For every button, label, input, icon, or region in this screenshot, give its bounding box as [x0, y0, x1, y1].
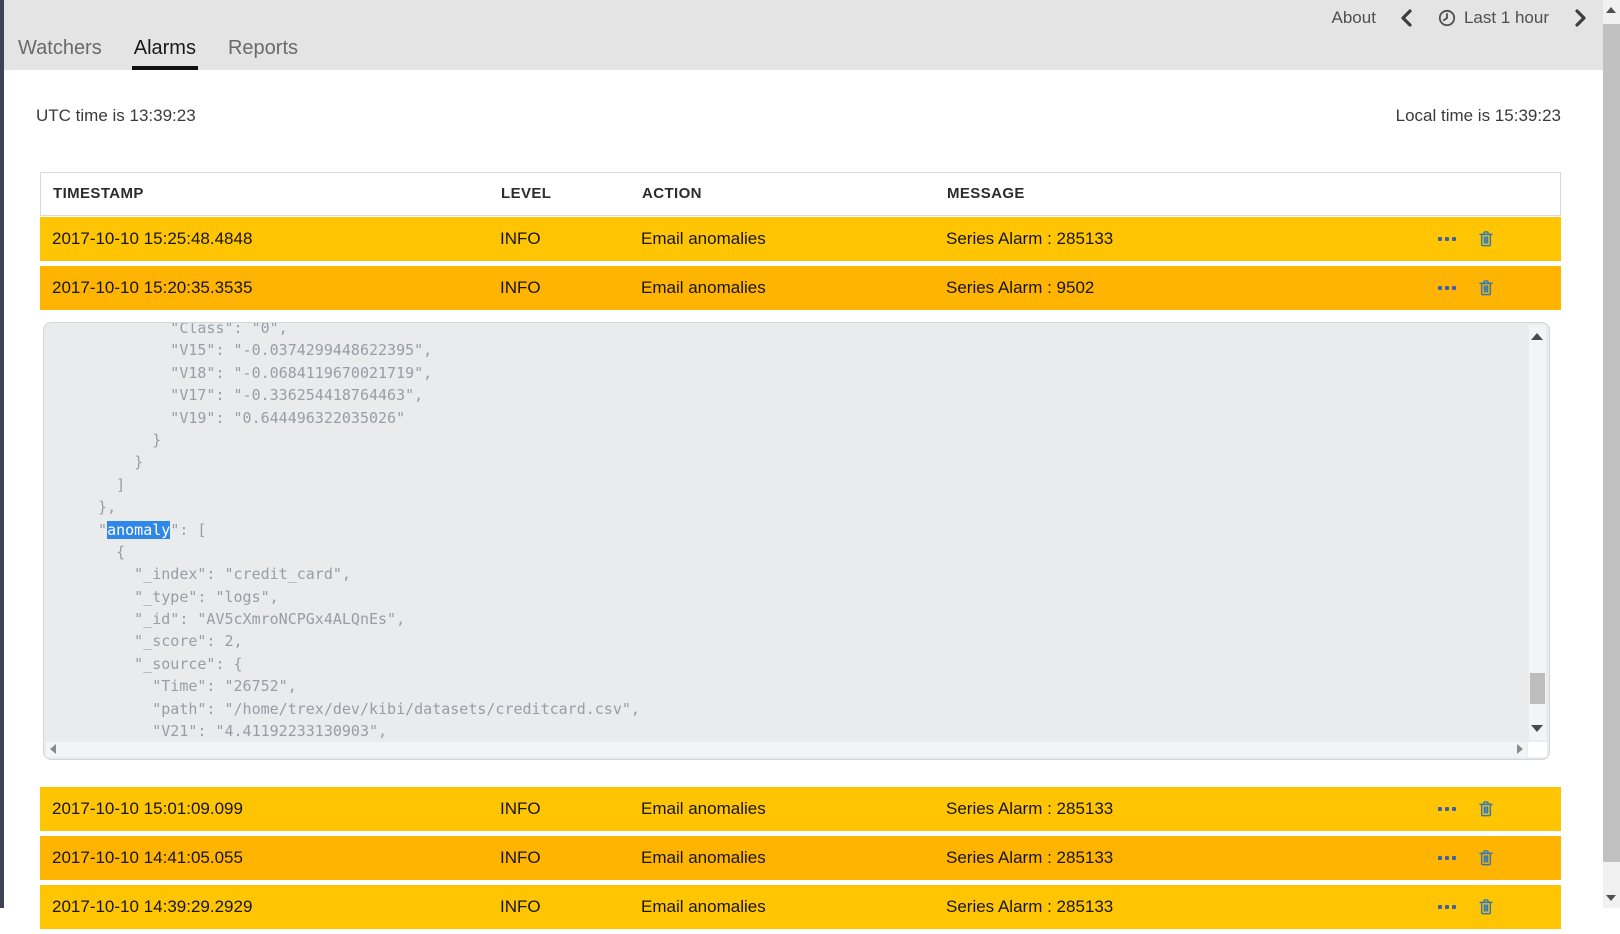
- alarm-level: INFO: [500, 787, 541, 831]
- header-cell-action: ACTION: [642, 173, 702, 215]
- clock-icon: [1438, 9, 1456, 27]
- row-actions: [1438, 266, 1548, 310]
- header-cell-level: LEVEL: [501, 173, 551, 215]
- alarm-row[interactable]: 2017-10-10 15:25:48.4848 INFO Email anomal…: [40, 217, 1561, 261]
- alarms-table-header: TIMESTAMP LEVEL ACTION MESSAGE: [40, 172, 1561, 216]
- tab-alarms[interactable]: Alarms: [132, 37, 198, 70]
- json-code-block: "Class": "0", "V15": "-0.037429944862239…: [43, 322, 1550, 760]
- alarm-level: INFO: [500, 885, 541, 929]
- alarm-timestamp: 2017-10-10 15:01:09.099: [52, 787, 243, 831]
- alarm-row[interactable]: 2017-10-10 14:41:05.055 INFO Email anomali…: [40, 836, 1561, 880]
- alarm-action: Email anomalies: [641, 836, 766, 880]
- code-vertical-scrollbar[interactable]: [1529, 325, 1546, 740]
- about-link[interactable]: About: [1332, 8, 1376, 28]
- top-navigation-bar: Watchers Alarms Reports About Last 1 hou…: [0, 0, 1603, 70]
- header-cell-message: MESSAGE: [947, 173, 1025, 215]
- scroll-down-arrow-icon[interactable]: [1531, 725, 1543, 732]
- trash-icon[interactable]: [1478, 279, 1494, 297]
- nav-tabs: Watchers Alarms Reports: [16, 37, 300, 70]
- scroll-up-arrow-icon[interactable]: [1531, 333, 1543, 340]
- alarm-rows-top: 2017-10-10 15:25:48.4848 INFO Email anomal…: [40, 217, 1561, 315]
- scrollbar-corner: [1528, 742, 1547, 757]
- alarm-message: Series Alarm : 285133: [946, 836, 1113, 880]
- alarm-message: Series Alarm : 9502: [946, 266, 1094, 310]
- tab-watchers[interactable]: Watchers: [16, 37, 104, 70]
- time-range-label: Last 1 hour: [1464, 8, 1549, 28]
- alarm-timestamp: 2017-10-10 15:25:48.4848: [52, 217, 252, 261]
- alarm-row[interactable]: 2017-10-10 15:20:35.3535 INFO Email anomal…: [40, 266, 1561, 310]
- trash-icon[interactable]: [1478, 898, 1494, 916]
- alarm-action: Email anomalies: [641, 885, 766, 929]
- alarm-detail-panel: "Class": "0", "V15": "-0.037429944862239…: [40, 313, 1561, 769]
- utc-time-label: UTC time is 13:39:23: [36, 106, 196, 126]
- header-cell-timestamp: TIMESTAMP: [53, 173, 144, 215]
- alarm-level: INFO: [500, 266, 541, 310]
- chevron-right-icon: [1573, 9, 1587, 27]
- scroll-right-arrow-icon[interactable]: [1517, 744, 1523, 754]
- trash-icon[interactable]: [1478, 849, 1494, 867]
- time-range-button[interactable]: Last 1 hour: [1438, 8, 1549, 28]
- alarm-message: Series Alarm : 285133: [946, 787, 1113, 831]
- prev-time-range-button[interactable]: [1400, 9, 1414, 27]
- alarm-level: INFO: [500, 217, 541, 261]
- alarm-rows-bottom: 2017-10-10 15:01:09.099 INFO Email anomali…: [40, 787, 1561, 934]
- trash-icon[interactable]: [1478, 800, 1494, 818]
- ellipsis-icon[interactable]: [1438, 807, 1456, 811]
- alarm-timestamp: 2017-10-10 14:39:29.2929: [52, 885, 252, 929]
- next-time-range-button[interactable]: [1573, 9, 1587, 27]
- alarm-timestamp: 2017-10-10 15:20:35.3535: [52, 266, 252, 310]
- row-actions: [1438, 885, 1548, 929]
- alarm-action: Email anomalies: [641, 787, 766, 831]
- alarm-row[interactable]: 2017-10-10 14:39:29.2929 INFO Email anomal…: [40, 885, 1561, 929]
- local-time-label: Local time is 15:39:23: [1396, 106, 1561, 126]
- selected-text: anomaly: [107, 521, 170, 539]
- alarm-message: Series Alarm : 285133: [946, 885, 1113, 929]
- alarm-level: INFO: [500, 836, 541, 880]
- ellipsis-icon[interactable]: [1438, 905, 1456, 909]
- trash-icon[interactable]: [1478, 230, 1494, 248]
- tab-reports[interactable]: Reports: [226, 37, 300, 70]
- page-scroll-up-arrow-icon[interactable]: [1606, 7, 1616, 13]
- ellipsis-icon[interactable]: [1438, 286, 1456, 290]
- alarm-action: Email anomalies: [641, 266, 766, 310]
- alarm-timestamp: 2017-10-10 14:41:05.055: [52, 836, 243, 880]
- chevron-left-icon: [1400, 9, 1414, 27]
- topbar-controls: About Last 1 hour: [1332, 8, 1588, 28]
- vertical-scroll-thumb[interactable]: [1530, 673, 1545, 704]
- alarm-message: Series Alarm : 285133: [946, 217, 1113, 261]
- page-scroll-down-arrow-icon[interactable]: [1606, 895, 1616, 901]
- json-code[interactable]: "Class": "0", "V15": "-0.037429944862239…: [44, 322, 1525, 742]
- ellipsis-icon[interactable]: [1438, 237, 1456, 241]
- ellipsis-icon[interactable]: [1438, 856, 1456, 860]
- page-scrollbar[interactable]: [1603, 0, 1620, 908]
- row-actions: [1438, 836, 1548, 880]
- alarm-action: Email anomalies: [641, 217, 766, 261]
- row-actions: [1438, 787, 1548, 831]
- app-edge-strip: [0, 0, 4, 908]
- row-actions: [1438, 217, 1548, 261]
- alarm-row[interactable]: 2017-10-10 15:01:09.099 INFO Email anomali…: [40, 787, 1561, 831]
- code-horizontal-scrollbar[interactable]: [46, 742, 1527, 757]
- page-scroll-thumb[interactable]: [1603, 24, 1620, 862]
- scroll-left-arrow-icon[interactable]: [50, 744, 56, 754]
